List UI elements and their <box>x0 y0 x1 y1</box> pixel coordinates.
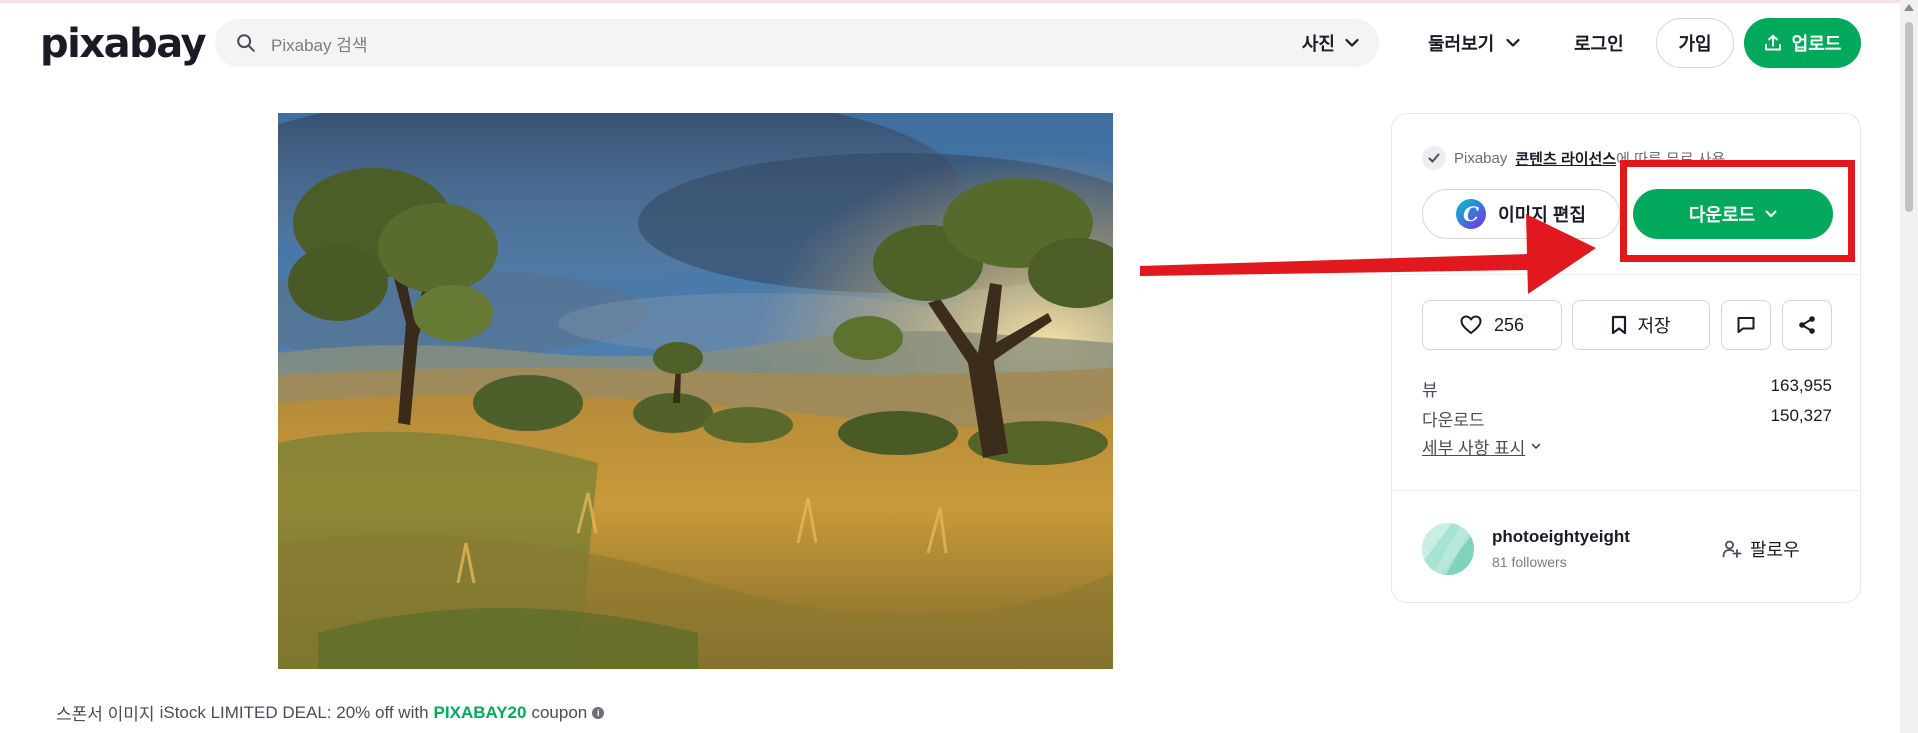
scrollbar[interactable] <box>1900 0 1918 733</box>
upload-label: 업로드 <box>1791 34 1842 54</box>
login-link[interactable]: 로그인 <box>1574 19 1624 67</box>
join-button[interactable]: 가입 <box>1656 18 1734 68</box>
search-input[interactable]: Pixabay 검색 <box>271 31 1302 56</box>
follow-label: 팔로우 <box>1750 540 1800 560</box>
upload-button[interactable]: 업로드 <box>1744 18 1861 68</box>
scroll-up-icon[interactable] <box>1904 4 1914 11</box>
bookmark-icon <box>1612 315 1627 335</box>
sponsor-text: iStock LIMITED DEAL: 20% off with <box>159 702 429 722</box>
stat-label: 다운로드 <box>1422 411 1485 430</box>
author-followers: 81 followers <box>1492 554 1567 570</box>
stat-value: 150,327 <box>1770 406 1832 425</box>
chevron-down-icon <box>1531 443 1541 449</box>
landscape-image <box>278 113 1113 669</box>
stat-label: 뷰 <box>1422 381 1438 400</box>
heart-icon <box>1460 315 1482 334</box>
avatar[interactable] <box>1422 523 1474 575</box>
check-icon <box>1422 146 1446 170</box>
save-button[interactable]: 저장 <box>1572 300 1710 350</box>
annotation-highlight-box <box>1620 160 1855 262</box>
top-border <box>0 0 1918 3</box>
chevron-down-icon <box>1506 38 1520 47</box>
license-link[interactable]: 콘텐츠 라이선스 <box>1515 151 1616 168</box>
stat-views: 뷰 163,955 <box>1422 376 1832 401</box>
scrollbar-thumb[interactable] <box>1905 22 1913 212</box>
comment-button[interactable] <box>1721 300 1771 350</box>
like-count: 256 <box>1493 314 1525 335</box>
show-details-link[interactable]: 세부 사항 표시 <box>1422 434 1541 459</box>
sponsor-suffix: coupon <box>531 702 588 722</box>
media-type-dropdown[interactable]: 사진 <box>1302 30 1359 56</box>
search-bar[interactable]: Pixabay 검색 사진 <box>215 19 1379 67</box>
info-icon[interactable]: i <box>592 706 605 719</box>
upload-icon <box>1764 34 1781 51</box>
like-button[interactable]: 256 <box>1422 300 1562 350</box>
media-type-label: 사진 <box>1301 34 1335 54</box>
share-icon <box>1799 316 1815 334</box>
save-label: 저장 <box>1637 316 1671 336</box>
sponsor-label: 스폰서 이미지 <box>56 705 155 724</box>
license-prefix: Pixabay <box>1454 149 1508 167</box>
stat-value: 163,955 <box>1770 376 1832 395</box>
follow-user-icon <box>1722 540 1742 558</box>
stat-downloads: 다운로드 150,327 <box>1422 406 1832 431</box>
comment-icon <box>1737 317 1755 333</box>
coupon-code: PIXABAY20 <box>433 702 527 722</box>
show-details-label: 세부 사항 표시 <box>1422 439 1526 458</box>
annotation-arrow-icon <box>1140 214 1596 294</box>
pixabay-logo[interactable]: pixabay <box>40 21 207 67</box>
follow-button[interactable]: 팔로우 <box>1722 529 1800 569</box>
explore-label: 둘러보기 <box>1428 34 1495 54</box>
panel-divider <box>1392 490 1860 491</box>
search-icon <box>237 34 255 52</box>
chevron-down-icon <box>1345 38 1359 47</box>
main-photo[interactable] <box>278 113 1113 669</box>
explore-menu[interactable]: 둘러보기 <box>1428 19 1520 67</box>
sponsor-banner[interactable]: 스폰서 이미지 iStock LIMITED DEAL: 20% off wit… <box>56 700 605 725</box>
share-button[interactable] <box>1782 300 1832 350</box>
author-name[interactable]: photoeightyeight <box>1492 527 1630 547</box>
